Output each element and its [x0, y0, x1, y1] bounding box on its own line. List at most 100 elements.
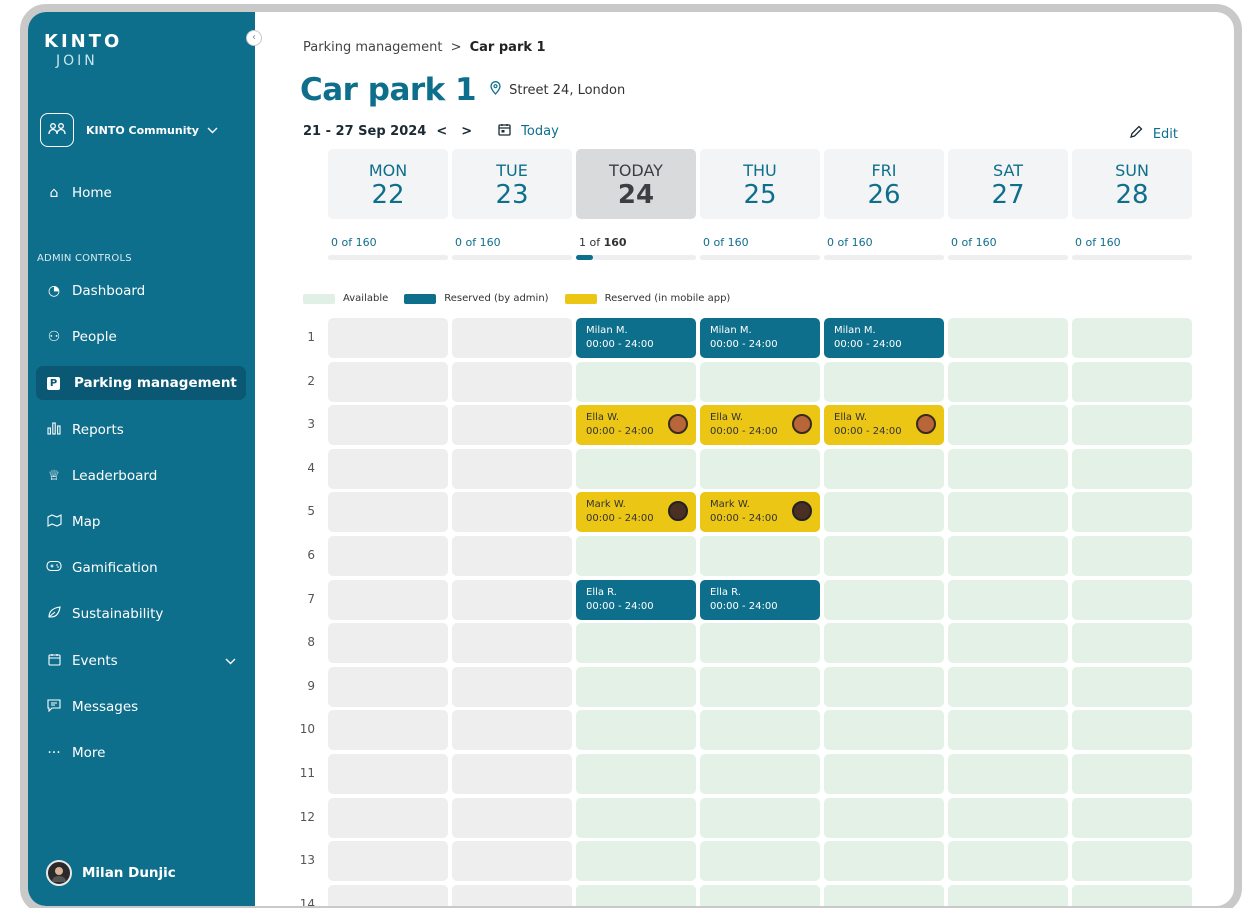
available-slot[interactable] [700, 448, 820, 489]
past-slot[interactable] [452, 884, 572, 906]
available-slot[interactable] [576, 797, 696, 838]
available-slot[interactable] [948, 884, 1068, 906]
available-slot[interactable] [1072, 361, 1192, 402]
available-slot[interactable] [576, 666, 696, 707]
day-header-2[interactable]: TODAY 24 [576, 149, 696, 219]
available-slot[interactable] [948, 448, 1068, 489]
past-slot[interactable] [328, 754, 448, 794]
collapse-sidebar-button[interactable]: ‹ [246, 30, 262, 46]
edit-button[interactable]: Edit [1129, 125, 1178, 143]
past-slot[interactable] [452, 536, 572, 576]
sidebar-item-dashboard[interactable]: ◔ Dashboard [36, 274, 246, 308]
past-slot[interactable] [328, 405, 448, 446]
reservation-slot[interactable]: Milan M. 00:00 - 24:00 [576, 318, 696, 358]
past-slot[interactable] [328, 448, 448, 489]
available-slot[interactable] [1072, 841, 1192, 882]
next-week-button[interactable]: > [461, 124, 472, 139]
available-slot[interactable] [948, 754, 1068, 794]
sidebar-item-events[interactable]: Events [36, 644, 246, 678]
day-header-3[interactable]: THU 25 [700, 149, 820, 219]
sidebar-item-sustainability[interactable]: Sustainability [36, 597, 246, 631]
available-slot[interactable] [948, 666, 1068, 707]
available-slot[interactable] [824, 797, 944, 838]
past-slot[interactable] [328, 797, 448, 838]
available-slot[interactable] [824, 754, 944, 794]
available-slot[interactable] [576, 361, 696, 402]
community-switcher[interactable]: KINTO Community [40, 113, 218, 147]
past-slot[interactable] [328, 318, 448, 358]
available-slot[interactable] [700, 710, 820, 751]
sidebar-item-leaderboard[interactable]: ♕ Leaderboard [36, 459, 246, 493]
available-slot[interactable] [576, 884, 696, 906]
available-slot[interactable] [824, 841, 944, 882]
available-slot[interactable] [700, 361, 820, 402]
breadcrumb-parent-link[interactable]: Parking management [303, 40, 442, 55]
available-slot[interactable] [948, 623, 1068, 664]
available-slot[interactable] [576, 710, 696, 751]
available-slot[interactable] [948, 405, 1068, 446]
user-profile[interactable]: Milan Dunjic [46, 860, 176, 886]
past-slot[interactable] [328, 884, 448, 906]
available-slot[interactable] [1072, 318, 1192, 358]
sidebar-item-messages[interactable]: Messages [36, 690, 246, 724]
available-slot[interactable] [948, 797, 1068, 838]
reservation-slot[interactable]: Ella R. 00:00 - 24:00 [576, 579, 696, 620]
past-slot[interactable] [328, 710, 448, 751]
available-slot[interactable] [824, 536, 944, 576]
past-slot[interactable] [452, 623, 572, 664]
reservation-slot[interactable]: Ella W. 00:00 - 24:00 [700, 405, 820, 446]
reservation-slot[interactable]: Ella W. 00:00 - 24:00 [576, 405, 696, 446]
prev-week-button[interactable]: < [436, 124, 447, 139]
available-slot[interactable] [824, 448, 944, 489]
reservation-slot[interactable]: Mark W. 00:00 - 24:00 [700, 492, 820, 533]
available-slot[interactable] [576, 623, 696, 664]
available-slot[interactable] [1072, 579, 1192, 620]
available-slot[interactable] [1072, 884, 1192, 906]
past-slot[interactable] [328, 623, 448, 664]
past-slot[interactable] [328, 579, 448, 620]
available-slot[interactable] [700, 754, 820, 794]
available-slot[interactable] [1072, 405, 1192, 446]
past-slot[interactable] [328, 536, 448, 576]
available-slot[interactable] [948, 579, 1068, 620]
available-slot[interactable] [700, 884, 820, 906]
past-slot[interactable] [452, 710, 572, 751]
sidebar-item-more[interactable]: ··· More [36, 736, 246, 770]
chevron-down-icon[interactable] [225, 654, 236, 668]
available-slot[interactable] [576, 448, 696, 489]
available-slot[interactable] [948, 492, 1068, 533]
available-slot[interactable] [948, 318, 1068, 358]
available-slot[interactable] [576, 841, 696, 882]
available-slot[interactable] [824, 492, 944, 533]
sidebar-item-map[interactable]: Map [36, 505, 246, 539]
available-slot[interactable] [1072, 710, 1192, 751]
available-slot[interactable] [824, 710, 944, 751]
reservation-slot[interactable]: Ella R. 00:00 - 24:00 [700, 579, 820, 620]
past-slot[interactable] [452, 405, 572, 446]
available-slot[interactable] [948, 710, 1068, 751]
past-slot[interactable] [452, 492, 572, 533]
past-slot[interactable] [452, 754, 572, 794]
available-slot[interactable] [700, 797, 820, 838]
day-header-0[interactable]: MON 22 [328, 149, 448, 219]
past-slot[interactable] [452, 579, 572, 620]
sidebar-item-gamification[interactable]: Gamification [36, 551, 246, 585]
reservation-slot[interactable]: Mark W. 00:00 - 24:00 [576, 492, 696, 533]
reservation-slot[interactable]: Milan M. 00:00 - 24:00 [824, 318, 944, 358]
day-header-4[interactable]: FRI 26 [824, 149, 944, 219]
available-slot[interactable] [1072, 666, 1192, 707]
available-slot[interactable] [824, 884, 944, 906]
available-slot[interactable] [824, 623, 944, 664]
past-slot[interactable] [328, 841, 448, 882]
available-slot[interactable] [1072, 623, 1192, 664]
past-slot[interactable] [328, 361, 448, 402]
past-slot[interactable] [328, 492, 448, 533]
available-slot[interactable] [700, 841, 820, 882]
sidebar-item-people[interactable]: ⚇ People [36, 320, 246, 354]
sidebar-item-home[interactable]: ⌂ Home [36, 176, 246, 210]
sidebar-item-reports[interactable]: Reports [36, 413, 246, 447]
available-slot[interactable] [1072, 754, 1192, 794]
past-slot[interactable] [452, 448, 572, 489]
available-slot[interactable] [1072, 492, 1192, 533]
available-slot[interactable] [1072, 448, 1192, 489]
